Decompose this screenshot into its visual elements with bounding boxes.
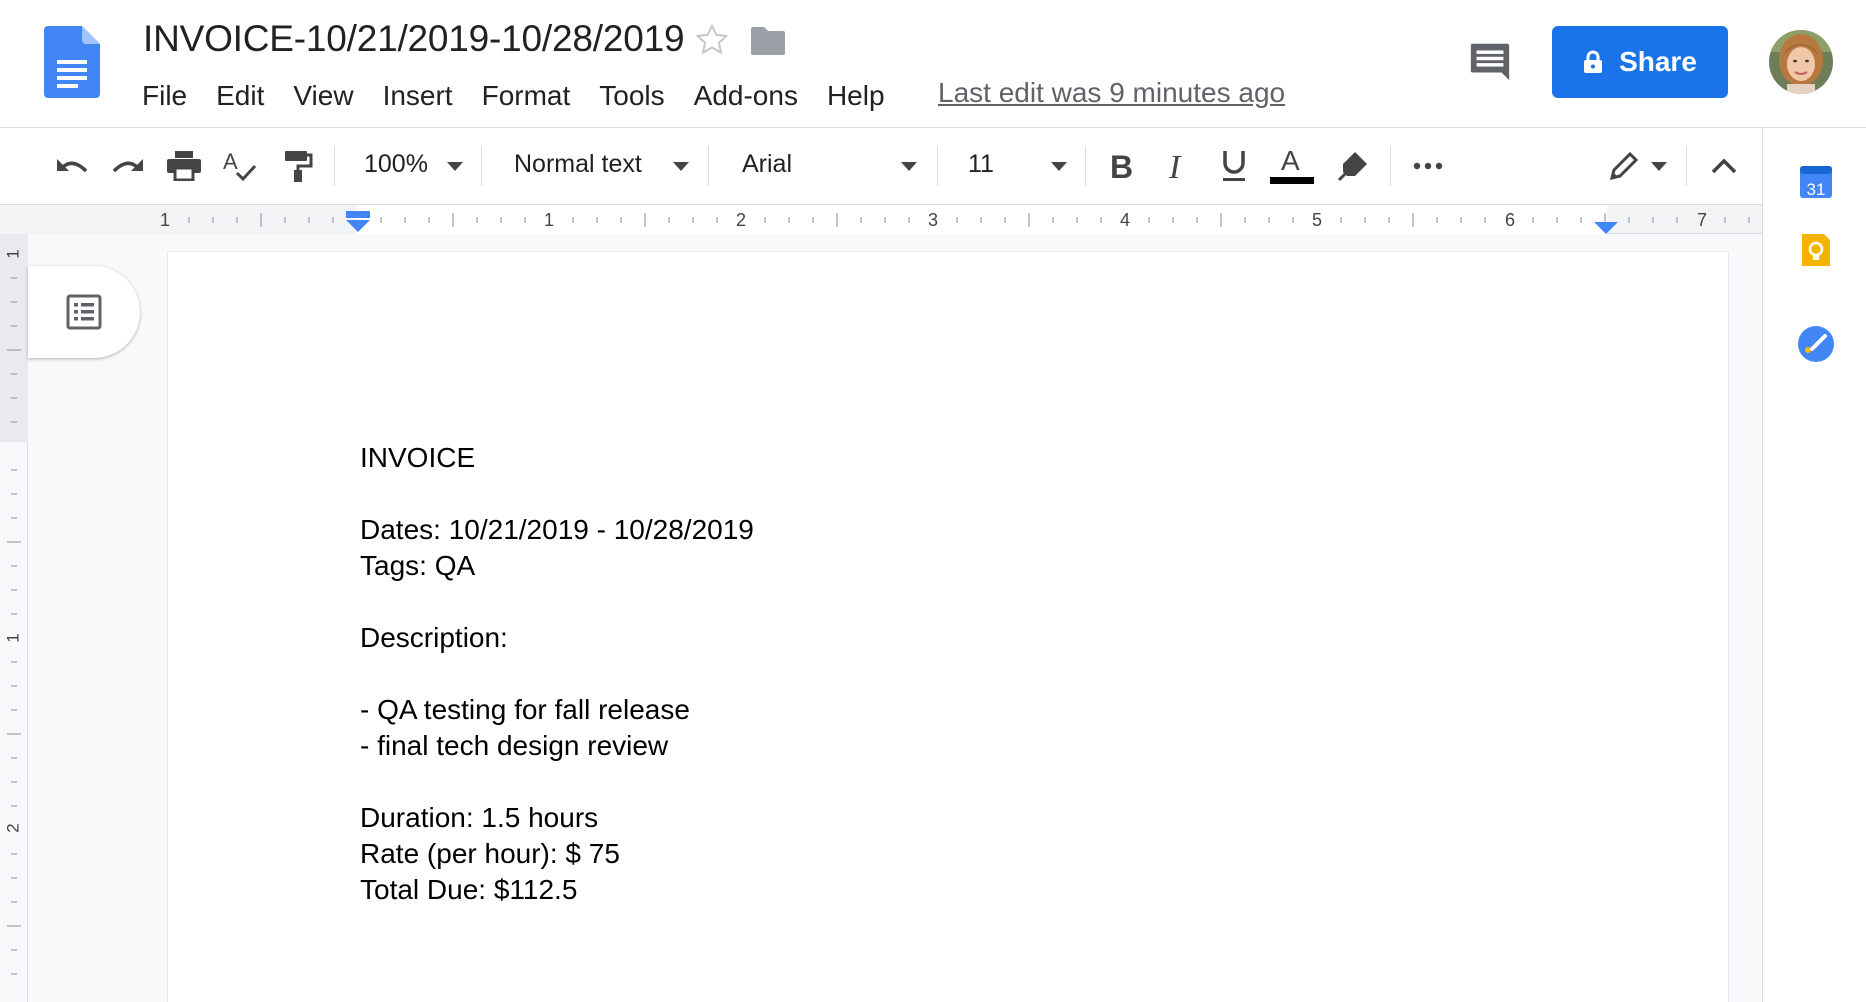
share-label: Share: [1619, 46, 1697, 77]
ruler-label: 6: [1505, 210, 1515, 230]
calendar-icon[interactable]: 31: [1796, 162, 1836, 202]
doc-line: [360, 764, 754, 800]
comments-icon[interactable]: [1467, 38, 1513, 84]
docs-logo-icon[interactable]: [44, 26, 100, 98]
paint-format-icon[interactable]: [278, 146, 318, 186]
menu-help[interactable]: Help: [827, 80, 885, 112]
doc-rate: Rate (per hour): $ 75: [360, 838, 620, 869]
avatar[interactable]: [1769, 30, 1833, 94]
doc-duration: Duration: 1.5 hours: [360, 802, 599, 833]
font-size-select[interactable]: 11: [968, 150, 994, 179]
star-icon[interactable]: [694, 22, 730, 58]
menu-addons[interactable]: Add-ons: [694, 80, 798, 112]
horizontal-ruler[interactable]: 1 1 2 3 4 5 6 7: [0, 204, 1762, 235]
lock-icon: [1584, 50, 1603, 73]
ruler-label: 2: [3, 823, 22, 832]
outline-icon: [66, 294, 102, 330]
menu-format[interactable]: Format: [482, 80, 571, 112]
menu-bar: File Edit View Insert Format Tools Add-o…: [142, 76, 914, 116]
ruler-label: 7: [1697, 210, 1707, 230]
style-select[interactable]: Normal text: [514, 150, 642, 179]
doc-description-item: - final tech design review: [360, 730, 669, 761]
calendar-day: 31: [1807, 180, 1826, 199]
collapse-menus-icon[interactable]: [1704, 146, 1744, 186]
ruler-label: 4: [1120, 210, 1130, 230]
menu-insert[interactable]: Insert: [383, 80, 453, 112]
doc-description-item: - QA testing for fall release: [360, 694, 690, 725]
doc-tags: Tags: QA: [360, 550, 476, 581]
font-size-caret-icon[interactable]: [1051, 162, 1067, 171]
doc-dates: Dates: 10/21/2019 - 10/28/2019: [360, 514, 754, 545]
style-caret-icon[interactable]: [673, 162, 689, 171]
ruler-label: 1: [544, 210, 554, 230]
menu-tools[interactable]: Tools: [599, 80, 664, 112]
spellcheck-icon[interactable]: A: [220, 146, 260, 186]
redo-icon[interactable]: [108, 146, 148, 186]
more-options-icon[interactable]: [1408, 146, 1448, 186]
ruler-label: 1: [3, 249, 22, 258]
document-title[interactable]: INVOICE-10/21/2019-10/28/2019: [143, 18, 685, 60]
bold-icon[interactable]: B: [1101, 146, 1141, 186]
last-edit-link[interactable]: Last edit was 9 minutes ago: [938, 77, 1285, 109]
doc-heading: INVOICE: [360, 442, 476, 473]
editing-mode-icon[interactable]: [1604, 146, 1644, 186]
tasks-icon[interactable]: [1796, 324, 1836, 364]
doc-line: [360, 476, 754, 512]
zoom-caret-icon[interactable]: [447, 162, 463, 171]
print-icon[interactable]: [164, 146, 204, 186]
folder-icon[interactable]: [751, 27, 785, 55]
svg-text:I: I: [1168, 150, 1182, 182]
keep-icon[interactable]: [1796, 230, 1836, 270]
ruler-label: 1: [160, 210, 170, 230]
undo-icon[interactable]: [52, 146, 92, 186]
font-caret-icon[interactable]: [901, 162, 917, 171]
ruler-label: 2: [736, 210, 746, 230]
svg-text:A: A: [223, 149, 238, 174]
menu-view[interactable]: View: [293, 80, 353, 112]
ruler-label: 1: [3, 633, 22, 642]
menu-file[interactable]: File: [142, 80, 187, 112]
document-body[interactable]: INVOICE Dates: 10/21/2019 - 10/28/2019 T…: [360, 440, 754, 908]
vertical-ruler[interactable]: 1 1 2: [0, 234, 28, 1002]
underline-icon[interactable]: [1214, 146, 1254, 186]
document-outline-button[interactable]: [28, 266, 140, 358]
zoom-select[interactable]: 100%: [364, 150, 428, 179]
ruler-label: 5: [1312, 210, 1322, 230]
editing-mode-caret-icon[interactable]: [1651, 162, 1667, 171]
document-canvas: [28, 234, 1778, 1002]
ruler-label: 3: [928, 210, 938, 230]
doc-line: [360, 656, 754, 692]
svg-text:A: A: [1281, 146, 1300, 176]
doc-total-due: Total Due: $112.5: [360, 874, 578, 905]
italic-icon[interactable]: I: [1158, 146, 1198, 186]
share-button[interactable]: Share: [1552, 26, 1728, 98]
header: INVOICE-10/21/2019-10/28/2019 File Edit …: [0, 0, 1866, 128]
text-color-icon[interactable]: A: [1270, 146, 1314, 186]
menu-edit[interactable]: Edit: [216, 80, 264, 112]
svg-text:B: B: [1110, 150, 1133, 182]
highlight-icon[interactable]: [1333, 146, 1373, 186]
doc-line: [360, 584, 754, 620]
font-select[interactable]: Arial: [742, 150, 792, 179]
doc-description-label: Description:: [360, 622, 508, 653]
side-panel: 31: [1762, 128, 1866, 1002]
toolbar: A 100% Normal text Arial 11 B I A: [0, 128, 1762, 204]
